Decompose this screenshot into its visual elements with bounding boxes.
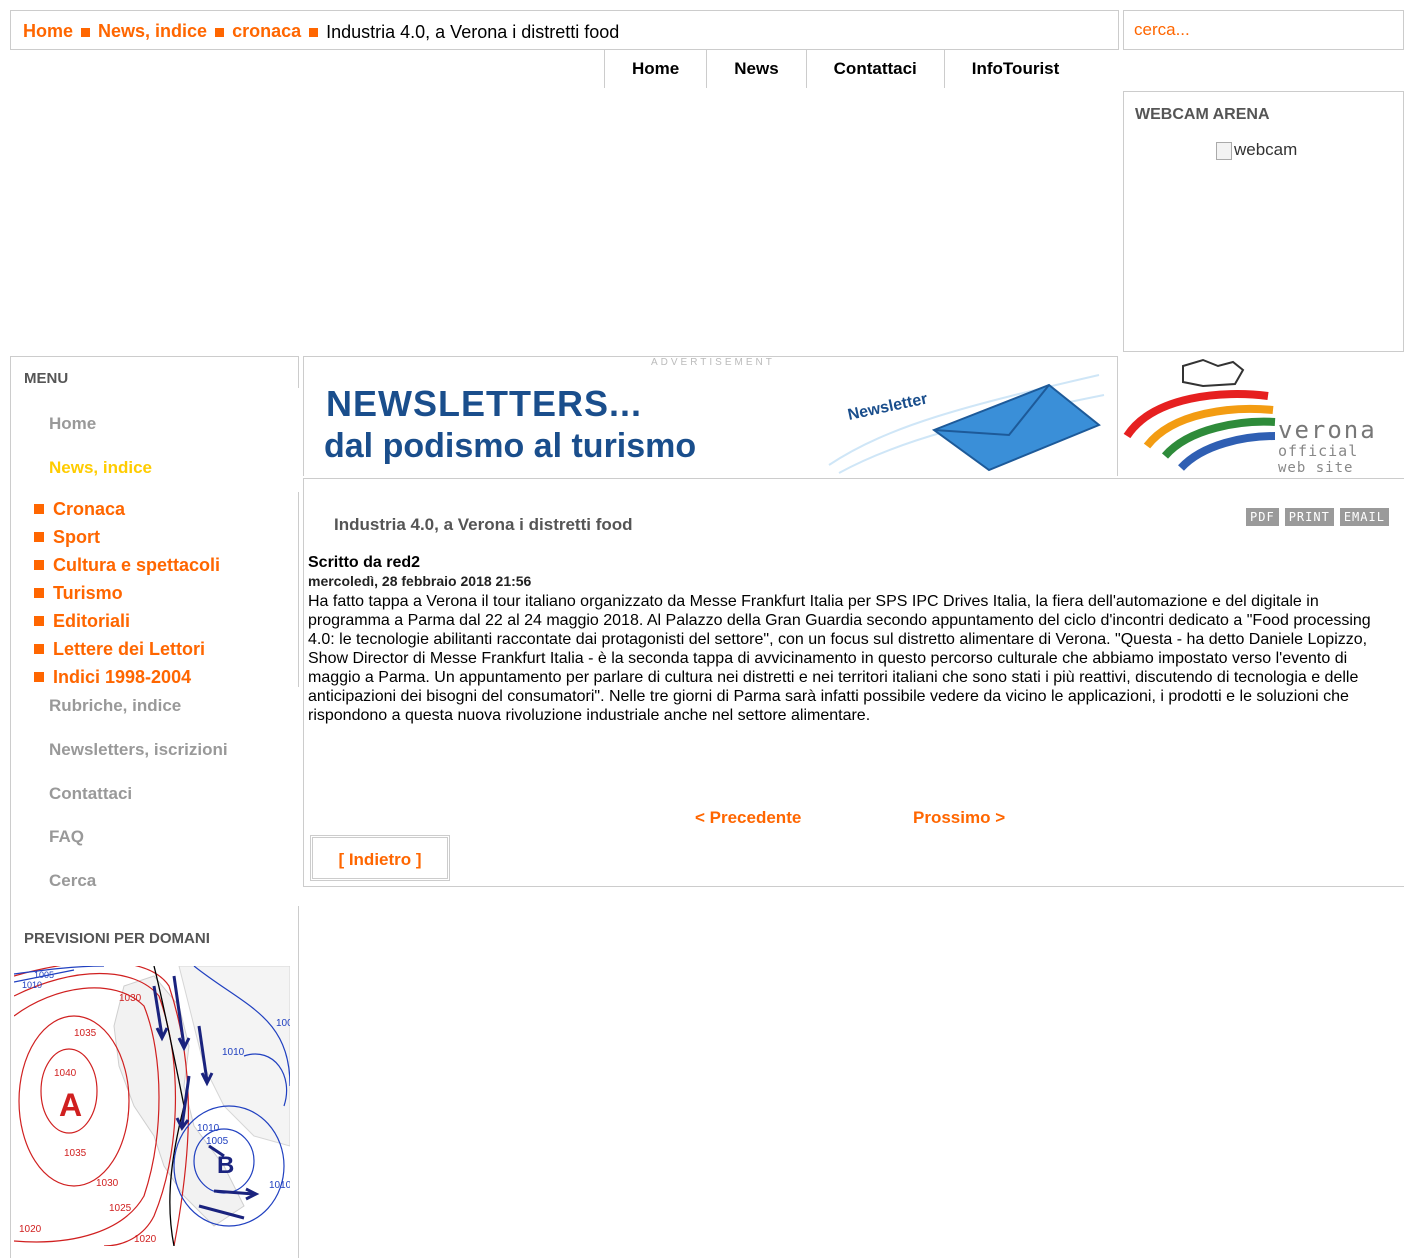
email-icon[interactable]: EMAIL	[1339, 508, 1389, 526]
menu-item-news-indice[interactable]: News, indice	[49, 458, 152, 478]
print-icon[interactable]: PRINT	[1284, 508, 1334, 526]
banner-line1: NEWSLETTERS...	[326, 383, 643, 424]
breadcrumb-cronaca-link[interactable]: cronaca	[232, 21, 301, 41]
svg-text:1035: 1035	[64, 1148, 87, 1159]
previous-article-link[interactable]: < Precedente	[695, 808, 801, 828]
bullet-square-icon	[34, 559, 44, 570]
topnav-news[interactable]: News	[706, 50, 805, 88]
pdf-icon[interactable]: PDF	[1246, 508, 1279, 526]
submenu-item-editoriali[interactable]: Editoriali	[34, 611, 130, 632]
bullet-square-icon	[34, 615, 44, 626]
article-title: Industria 4.0, a Verona i distretti food	[334, 515, 633, 534]
topnav-infotourist[interactable]: InfoTourist	[943, 50, 1087, 88]
breadcrumb-current: Industria 4.0, a Verona i distretti food	[326, 21, 620, 42]
svg-text:1010: 1010	[197, 1123, 220, 1134]
submenu-item-indici[interactable]: Indici 1998-2004	[34, 667, 191, 688]
article-body: Ha fatto tappa a Verona il tour italiano…	[308, 593, 1371, 724]
svg-text:1030: 1030	[119, 993, 142, 1004]
svg-text:1040: 1040	[54, 1068, 77, 1079]
menu-item-rubriche[interactable]: Rubriche, indice	[49, 696, 181, 716]
svg-text:web site: web site	[1278, 460, 1353, 476]
webcam-alt-text: webcam	[1234, 140, 1298, 159]
breadcrumb-home-link[interactable]: Home	[23, 21, 73, 41]
back-button[interactable]: [ Indietro ]	[310, 835, 450, 881]
breadcrumb-separator-icon	[309, 27, 319, 37]
svg-text:1010: 1010	[222, 1047, 245, 1058]
breadcrumb-separator-icon	[215, 27, 225, 37]
search-input[interactable]: cerca...	[1123, 10, 1404, 50]
svg-text:1005: 1005	[34, 970, 54, 980]
menu-divider	[298, 492, 299, 687]
topnav-home[interactable]: Home	[604, 50, 706, 88]
bullet-square-icon	[34, 643, 44, 654]
webcam-title: WEBCAM ARENA	[1135, 106, 1270, 123]
svg-text:1010: 1010	[269, 1180, 290, 1191]
submenu-item-cronaca[interactable]: Cronaca	[34, 499, 125, 520]
menu-divider	[10, 356, 299, 357]
topnav-contattaci[interactable]: Contattaci	[805, 50, 944, 88]
menu-item-contattaci[interactable]: Contattaci	[49, 784, 132, 804]
top-navigation: Home News Contattaci InfoTourist	[604, 50, 1086, 88]
forecast-map[interactable]: 1005 1010 1030 1035 1040 A 1035 1030 102…	[14, 966, 290, 1246]
advertisement-label: ADVERTISEMENT	[651, 357, 775, 368]
menu-item-home[interactable]: Home	[49, 414, 96, 434]
banner-line2: dal podismo al turismo	[324, 427, 697, 465]
advertisement-banner[interactable]: ADVERTISEMENT NEWSLETTERS... dal podismo…	[303, 356, 1118, 476]
envelope-icon: Newsletter	[828, 374, 1105, 474]
webcam-panel: WEBCAM ARENA webcam	[1123, 91, 1404, 352]
menu-divider	[298, 906, 299, 1258]
forecast-map-image: 1005 1010 1030 1035 1040 A 1035 1030 102…	[14, 966, 290, 1246]
submenu-item-sport[interactable]: Sport	[34, 527, 100, 548]
article-author: Scritto da red2	[308, 554, 421, 571]
bullet-square-icon	[34, 671, 44, 682]
bullet-square-icon	[34, 587, 44, 598]
svg-text:1035: 1035	[74, 1028, 97, 1039]
broken-image-icon	[1216, 141, 1232, 160]
menu-title: MENU	[24, 370, 69, 387]
menu-divider	[298, 356, 299, 388]
svg-text:100: 100	[276, 1018, 290, 1029]
verona-logo-image: verona official web site	[1123, 358, 1377, 476]
svg-text:A: A	[59, 1087, 82, 1123]
bullet-square-icon	[34, 503, 44, 514]
svg-text:B: B	[217, 1152, 234, 1179]
svg-text:Newsletter: Newsletter	[846, 390, 929, 423]
svg-text:1025: 1025	[109, 1203, 132, 1214]
submenu-item-lettere[interactable]: Lettere dei Lettori	[34, 639, 205, 660]
next-article-link[interactable]: Prossimo >	[913, 808, 1005, 828]
article-actions: PDF PRINT EMAIL	[1246, 508, 1389, 526]
forecast-title: PREVISIONI PER DOMANI	[24, 930, 210, 947]
svg-text:1020: 1020	[19, 1224, 42, 1235]
webcam-image[interactable]: webcam	[1216, 140, 1297, 160]
svg-text:official: official	[1278, 442, 1358, 460]
svg-text:1010: 1010	[22, 980, 42, 990]
svg-text:verona: verona	[1278, 416, 1377, 444]
breadcrumb-separator-icon	[81, 27, 91, 37]
svg-text:1005: 1005	[206, 1136, 229, 1147]
svg-text:1020: 1020	[134, 1234, 157, 1245]
article-date: mercoledì, 28 febbraio 2018 21:56	[308, 573, 532, 589]
breadcrumb-news-link[interactable]: News, indice	[98, 21, 207, 41]
submenu-item-turismo[interactable]: Turismo	[34, 583, 123, 604]
breadcrumb: Home News, indice cronaca Industria 4.0, a …	[10, 10, 1119, 50]
menu-item-faq[interactable]: FAQ	[49, 827, 84, 847]
submenu-item-cultura[interactable]: Cultura e spettacoli	[34, 555, 220, 576]
verona-logo[interactable]: verona official web site	[1123, 356, 1404, 476]
menu-item-newsletters[interactable]: Newsletters, iscrizioni	[49, 740, 228, 760]
bullet-square-icon	[34, 531, 44, 542]
svg-text:1030: 1030	[96, 1178, 119, 1189]
menu-item-cerca[interactable]: Cerca	[49, 871, 96, 891]
